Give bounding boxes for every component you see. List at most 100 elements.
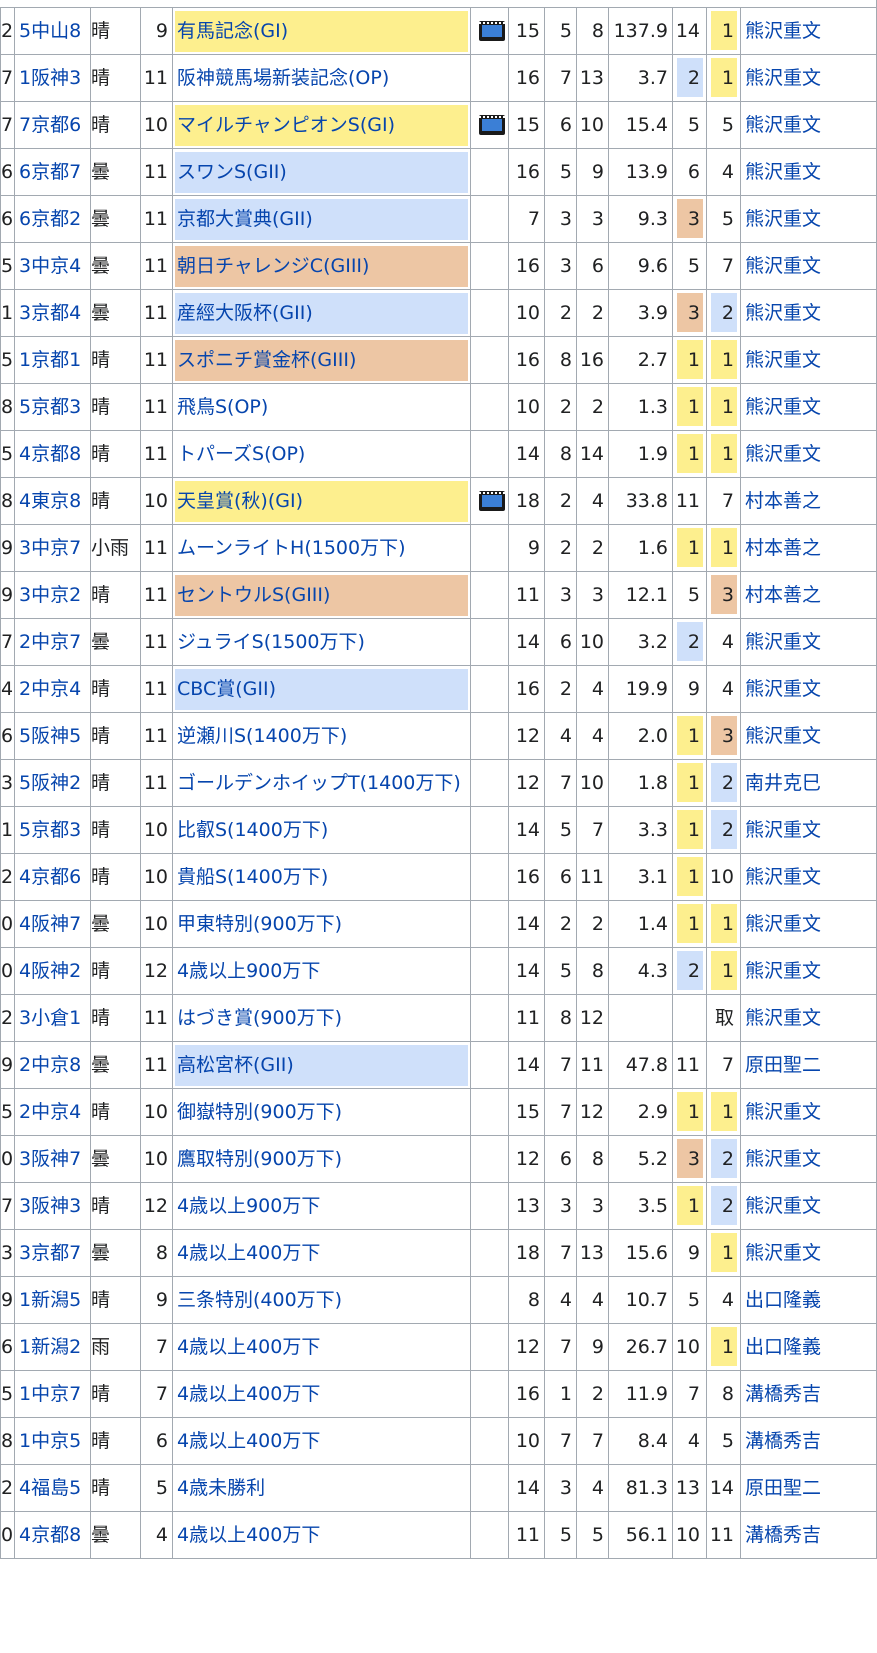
jockey-link[interactable]: 熊沢重文 <box>740 713 877 760</box>
race-name-link[interactable]: はづき賞(900万下) <box>172 995 470 1042</box>
race-name-text[interactable]: マイルチャンピオンS(GI) <box>177 102 395 149</box>
race-name-link[interactable]: ムーンライトH(1500万下) <box>172 525 470 572</box>
race-name-text[interactable]: ジュライS(1500万下) <box>177 619 365 666</box>
jockey-link[interactable]: 熊沢重文 <box>740 948 877 995</box>
race-name-link[interactable]: マイルチャンピオンS(GI) <box>172 102 470 149</box>
jockey-link[interactable]: 熊沢重文 <box>740 243 877 290</box>
race-name-text[interactable]: ムーンライトH(1500万下) <box>177 525 406 572</box>
venue-link[interactable]: 3京都7 <box>14 1230 90 1277</box>
race-name-link[interactable]: 有馬記念(GI) <box>172 8 470 55</box>
race-name-text[interactable]: 甲東特別(900万下) <box>177 901 342 948</box>
race-name-link[interactable]: 比叡S(1400万下) <box>172 807 470 854</box>
jockey-link[interactable]: 熊沢重文 <box>740 1230 877 1277</box>
venue-link[interactable]: 2中京4 <box>14 666 90 713</box>
jockey-link[interactable]: 熊沢重文 <box>740 995 877 1042</box>
venue-link[interactable]: 3阪神3 <box>14 1183 90 1230</box>
race-name-link[interactable]: セントウルS(GIII) <box>172 572 470 619</box>
race-name-text[interactable]: 朝日チャレンジC(GIII) <box>177 243 369 290</box>
venue-link[interactable]: 4京都8 <box>14 1512 90 1559</box>
jockey-link[interactable]: 熊沢重文 <box>740 666 877 713</box>
race-name-text[interactable]: 4歳以上900万下 <box>177 1183 320 1230</box>
jockey-link[interactable]: 熊沢重文 <box>740 1089 877 1136</box>
venue-link[interactable]: 1中京7 <box>14 1371 90 1418</box>
venue-link[interactable]: 5京都3 <box>14 807 90 854</box>
jockey-link[interactable]: 熊沢重文 <box>740 1136 877 1183</box>
race-name-text[interactable]: 京都大賞典(GII) <box>177 196 313 243</box>
race-name-link[interactable]: 御嶽特別(900万下) <box>172 1089 470 1136</box>
film-video-icon[interactable] <box>479 21 505 41</box>
race-name-link[interactable]: 朝日チャレンジC(GIII) <box>172 243 470 290</box>
race-name-link[interactable]: 産經大阪杯(GII) <box>172 290 470 337</box>
race-name-link[interactable]: 京都大賞典(GII) <box>172 196 470 243</box>
race-name-link[interactable]: ジュライS(1500万下) <box>172 619 470 666</box>
jockey-link[interactable]: 熊沢重文 <box>740 196 877 243</box>
venue-link[interactable]: 3中京2 <box>14 572 90 619</box>
venue-link[interactable]: 4阪神7 <box>14 901 90 948</box>
race-name-text[interactable]: トパーズS(OP) <box>177 431 305 478</box>
race-name-text[interactable]: 飛鳥S(OP) <box>177 384 268 431</box>
jockey-link[interactable]: 熊沢重文 <box>740 290 877 337</box>
race-name-text[interactable]: 産經大阪杯(GII) <box>177 290 313 337</box>
race-name-link[interactable]: スポニチ賞金杯(GIII) <box>172 337 470 384</box>
jockey-link[interactable]: 溝橋秀吉 <box>740 1418 877 1465</box>
venue-link[interactable]: 1中京5 <box>14 1418 90 1465</box>
race-name-link[interactable]: 鷹取特別(900万下) <box>172 1136 470 1183</box>
jockey-link[interactable]: 溝橋秀吉 <box>740 1512 877 1559</box>
race-name-text[interactable]: 比叡S(1400万下) <box>177 807 328 854</box>
race-name-text[interactable]: セントウルS(GIII) <box>177 572 330 619</box>
jockey-link[interactable]: 熊沢重文 <box>740 807 877 854</box>
jockey-link[interactable]: 熊沢重文 <box>740 384 877 431</box>
race-name-text[interactable]: 鷹取特別(900万下) <box>177 1136 342 1183</box>
race-name-link[interactable]: 4歳以上400万下 <box>172 1324 470 1371</box>
race-name-text[interactable]: 4歳以上400万下 <box>177 1371 320 1418</box>
venue-link[interactable]: 4京都8 <box>14 431 90 478</box>
race-name-text[interactable]: 4歳未勝利 <box>177 1465 265 1512</box>
race-name-text[interactable]: 4歳以上400万下 <box>177 1512 320 1559</box>
race-name-text[interactable]: 御嶽特別(900万下) <box>177 1089 342 1136</box>
venue-link[interactable]: 4東京8 <box>14 478 90 525</box>
jockey-link[interactable]: 熊沢重文 <box>740 149 877 196</box>
venue-link[interactable]: 2中京7 <box>14 619 90 666</box>
venue-link[interactable]: 1新潟2 <box>14 1324 90 1371</box>
race-name-text[interactable]: 4歳以上400万下 <box>177 1324 320 1371</box>
race-name-link[interactable]: 4歳以上900万下 <box>172 948 470 995</box>
jockey-link[interactable]: 熊沢重文 <box>740 1183 877 1230</box>
jockey-link[interactable]: 出口隆義 <box>740 1277 877 1324</box>
jockey-link[interactable]: 熊沢重文 <box>740 901 877 948</box>
race-name-text[interactable]: ゴールデンホイップT(1400万下) <box>177 760 461 807</box>
venue-link[interactable]: 5阪神2 <box>14 760 90 807</box>
race-name-link[interactable]: 天皇賞(秋)(GI) <box>172 478 470 525</box>
race-name-text[interactable]: CBC賞(GII) <box>177 666 276 713</box>
race-name-link[interactable]: 三条特別(400万下) <box>172 1277 470 1324</box>
venue-link[interactable]: 3京都4 <box>14 290 90 337</box>
venue-link[interactable]: 1阪神3 <box>14 55 90 102</box>
race-name-text[interactable]: 4歳以上900万下 <box>177 948 320 995</box>
venue-link[interactable]: 3中京7 <box>14 525 90 572</box>
jockey-link[interactable]: 南井克巳 <box>740 760 877 807</box>
jockey-link[interactable]: 熊沢重文 <box>740 337 877 384</box>
race-name-link[interactable]: CBC賞(GII) <box>172 666 470 713</box>
race-name-text[interactable]: 阪神競馬場新装記念(OP) <box>177 55 389 102</box>
venue-link[interactable]: 6京都7 <box>14 149 90 196</box>
venue-link[interactable]: 5中山8 <box>14 8 90 55</box>
venue-link[interactable]: 2中京8 <box>14 1042 90 1089</box>
venue-link[interactable]: 5阪神5 <box>14 713 90 760</box>
race-name-text[interactable]: 貴船S(1400万下) <box>177 854 328 901</box>
venue-link[interactable]: 4阪神2 <box>14 948 90 995</box>
race-name-text[interactable]: はづき賞(900万下) <box>177 995 342 1042</box>
jockey-link[interactable]: 村本善之 <box>740 478 877 525</box>
race-name-link[interactable]: ゴールデンホイップT(1400万下) <box>172 760 470 807</box>
race-name-text[interactable]: 4歳以上400万下 <box>177 1230 320 1277</box>
venue-link[interactable]: 6京都2 <box>14 196 90 243</box>
race-name-link[interactable]: 4歳以上400万下 <box>172 1418 470 1465</box>
race-name-link[interactable]: 4歳以上400万下 <box>172 1371 470 1418</box>
race-name-text[interactable]: スポニチ賞金杯(GIII) <box>177 337 356 384</box>
race-name-link[interactable]: 甲東特別(900万下) <box>172 901 470 948</box>
jockey-link[interactable]: 原田聖二 <box>740 1042 877 1089</box>
jockey-link[interactable]: 出口隆義 <box>740 1324 877 1371</box>
jockey-link[interactable]: 村本善之 <box>740 572 877 619</box>
race-name-link[interactable]: 4歳以上400万下 <box>172 1512 470 1559</box>
jockey-link[interactable]: 村本善之 <box>740 525 877 572</box>
jockey-link[interactable]: 溝橋秀吉 <box>740 1371 877 1418</box>
race-name-link[interactable]: 阪神競馬場新装記念(OP) <box>172 55 470 102</box>
